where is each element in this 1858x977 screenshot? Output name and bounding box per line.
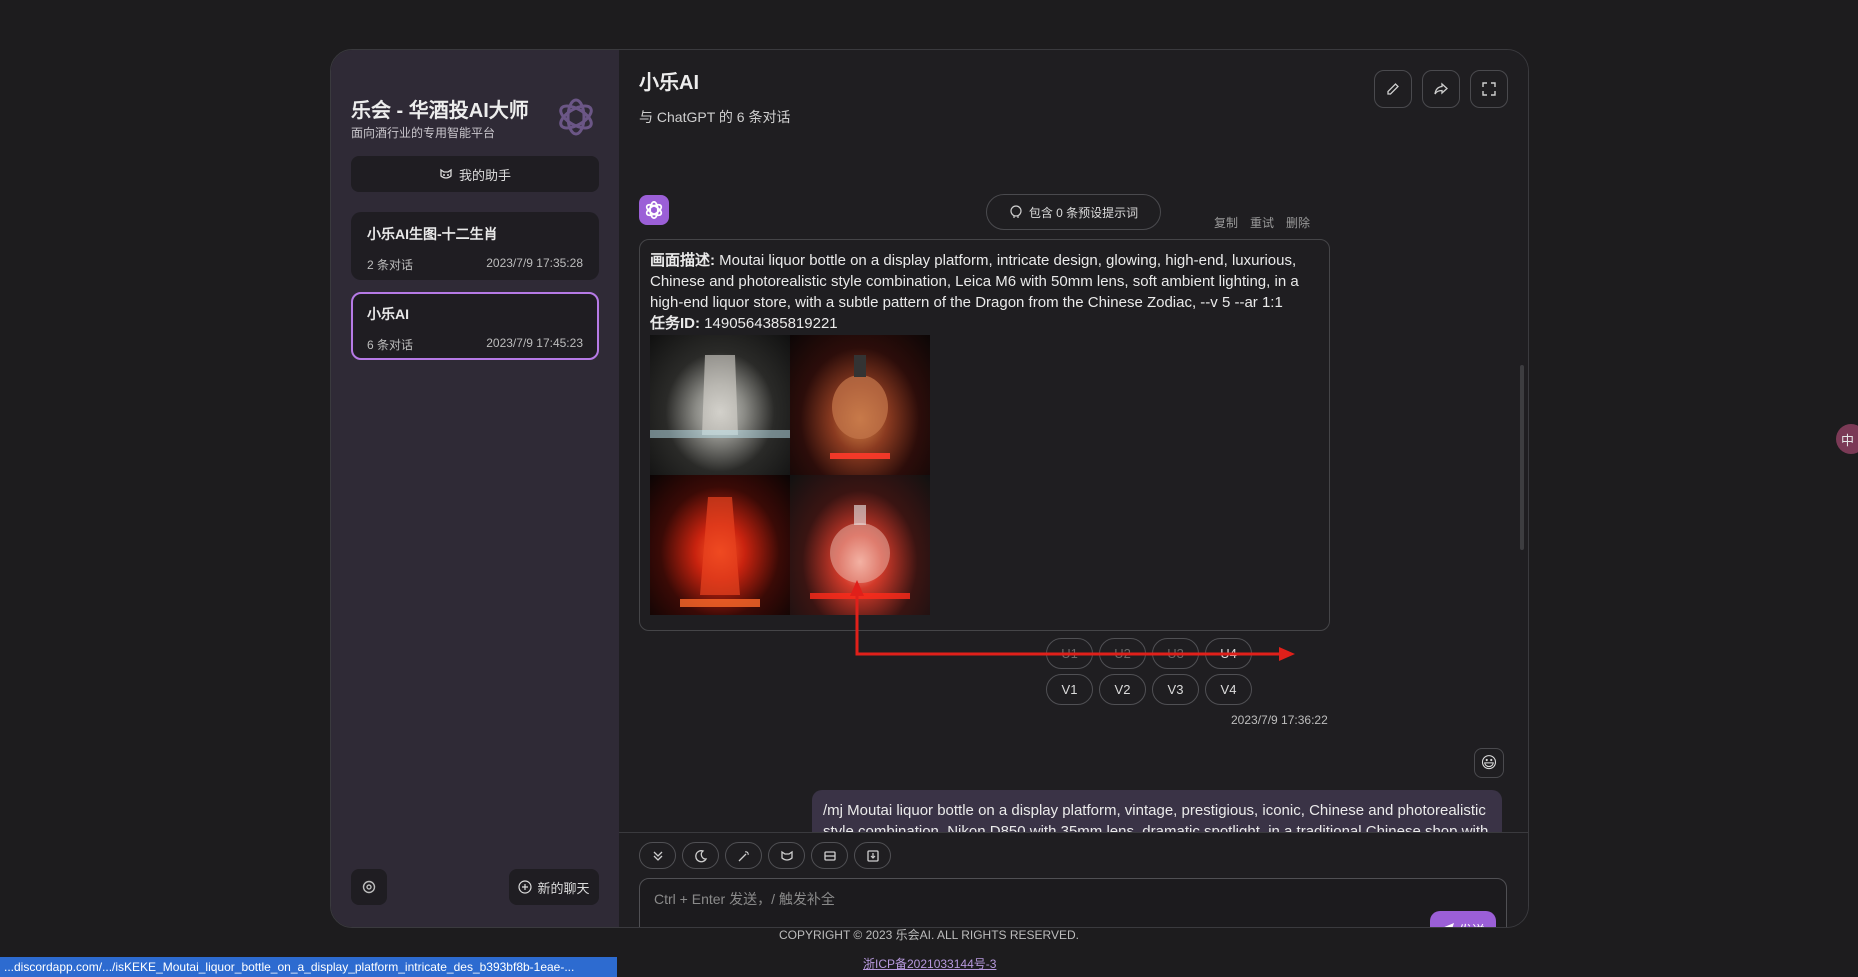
sidebar: 乐会 - 华酒投AI大师 面向酒行业的专用智能平台 我的助手 小乐AI生图-十二… [331, 50, 619, 927]
chat-item-count: 2 条对话 [367, 258, 414, 272]
message-timestamp: 2023/7/9 17:36:22 [1231, 713, 1328, 727]
chat-item-title: 小乐AI [367, 306, 409, 322]
status-bar-url: ...discordapp.com/.../isKEKE_Moutai_liqu… [0, 957, 617, 977]
double-chevron-down-icon [653, 851, 662, 861]
share-button[interactable] [1422, 70, 1460, 108]
brand-title: 乐会 - 华酒投AI大师 [351, 100, 529, 122]
user-avatar: 😃 [1474, 748, 1504, 778]
chat-header: 小乐AI 与 ChatGPT 的 6 条对话 [639, 66, 790, 127]
chat-item-xiaole[interactable]: 小乐AI 6 条对话 2023/7/9 17:45:23 [351, 292, 599, 360]
chat-title: 小乐AI [639, 72, 699, 94]
my-assistant-label: 我的助手 [458, 167, 511, 183]
settings-icon [362, 880, 376, 894]
composer: 发送 [619, 832, 1528, 927]
mask-button[interactable] [768, 842, 805, 869]
fullscreen-button[interactable] [1470, 70, 1508, 108]
share-icon [1434, 82, 1448, 95]
layout-icon [823, 850, 836, 861]
layout-button[interactable] [811, 842, 848, 869]
message-scrollbar[interactable] [1520, 365, 1524, 550]
mask-icon [440, 168, 452, 179]
icp-link[interactable]: 浙ICP备2021033144号-3 [863, 955, 996, 972]
edit-button[interactable] [1374, 70, 1412, 108]
chat-item-time: 2023/7/9 17:35:28 [486, 256, 583, 270]
chat-subtitle: 与 ChatGPT 的 6 条对话 [639, 109, 791, 125]
chat-item-title: 小乐AI生图-十二生肖 [367, 226, 498, 242]
app-window: 乐会 - 华酒投AI大师 面向酒行业的专用智能平台 我的助手 小乐AI生图-十二… [330, 49, 1529, 928]
mask-icon [780, 850, 793, 861]
new-chat-label: 新的聊天 [537, 880, 590, 896]
fullscreen-icon [1482, 82, 1496, 96]
settings-button[interactable] [351, 869, 387, 905]
chat-item-time: 2023/7/9 17:45:23 [486, 336, 583, 350]
brand: 乐会 - 华酒投AI大师 面向酒行业的专用智能平台 [351, 94, 599, 154]
prompt-magic-button[interactable] [725, 842, 762, 869]
my-assistant-button[interactable]: 我的助手 [351, 156, 599, 192]
message-list: 包含 0 条预设提示词 复制 重试 删除 画面描述: Moutai liquor… [619, 140, 1528, 832]
edit-icon [1387, 83, 1399, 95]
chat-main: 小乐AI 与 ChatGPT 的 6 条对话 包含 0 条预设提示词 复制 重试… [619, 50, 1528, 927]
theme-button[interactable] [682, 842, 719, 869]
download-box-icon [866, 849, 879, 862]
chat-item-zodiac[interactable]: 小乐AI生图-十二生肖 2 条对话 2023/7/9 17:35:28 [351, 212, 599, 280]
openai-logo-icon [559, 98, 593, 136]
scroll-bottom-button[interactable] [639, 842, 676, 869]
magic-wand-icon [738, 850, 749, 861]
composer-toolbar [639, 842, 891, 869]
message-input-box: 发送 [639, 878, 1507, 927]
chat-item-count: 6 条对话 [367, 338, 414, 352]
language-widget[interactable]: 中 [1836, 424, 1858, 454]
user-message-bubble: /mj Moutai liquor bottle on a display pl… [812, 790, 1502, 832]
moon-icon [694, 849, 707, 862]
brand-subtitle: 面向酒行业的专用智能平台 [351, 126, 496, 140]
plus-circle-icon [518, 880, 533, 894]
export-button[interactable] [854, 842, 891, 869]
new-chat-button[interactable]: 新的聊天 [509, 869, 599, 905]
message-input[interactable] [640, 879, 1506, 927]
annotation-arrow [850, 580, 1295, 661]
footer-copyright: COPYRIGHT © 2023 乐会AI. ALL RIGHTS RESERV… [778, 928, 1080, 942]
